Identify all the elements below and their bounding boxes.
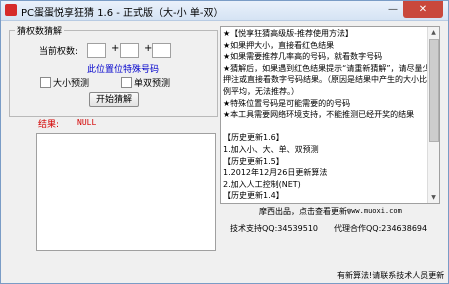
app-window: PC蛋蛋悦享狂猜 1.6 - 正式版（大-小 单-双） — ✕ 猜权数猜解 当前…: [0, 0, 449, 284]
scroll-up-icon[interactable]: ▲: [428, 27, 439, 38]
app-icon: [5, 4, 17, 16]
scroll-down-icon[interactable]: ▼: [428, 192, 439, 203]
title-bar[interactable]: PC蛋蛋悦享狂猜 1.6 - 正式版（大-小 单-双） — ✕: [1, 1, 448, 21]
odd-even-checkbox[interactable]: [121, 77, 132, 88]
group-title: 猜权数猜解: [15, 24, 65, 37]
info-textbox[interactable]: ★【悦享狂猜高级版-推荐使用方法】 ★如果押大小，直接看红色结果 ★如果需要推荐…: [220, 26, 440, 204]
site-link[interactable]: www.muoxi.com: [347, 207, 402, 215]
big-small-label[interactable]: 大小预测: [53, 76, 89, 89]
footer-note: 有新算法!请联系技术人员更新: [337, 271, 445, 280]
weight-input-2[interactable]: [120, 43, 139, 58]
weight-label: 当前权数:: [39, 47, 79, 57]
info-text: ★【悦享狂猜高级版-推荐使用方法】 ★如果押大小，直接看红色结果 ★如果需要推荐…: [223, 29, 431, 201]
big-small-checkbox[interactable]: [40, 77, 51, 88]
window-title: PC蛋蛋悦享狂猜 1.6 - 正式版（大-小 单-双）: [21, 8, 224, 19]
agent-qq: 代理合作QQ:234638694: [334, 224, 428, 233]
weight-input-1[interactable]: [87, 43, 106, 58]
odd-even-label[interactable]: 单双预测: [134, 76, 170, 89]
special-number-link[interactable]: 此位置位特殊号码: [87, 62, 159, 75]
minimize-button[interactable]: —: [384, 1, 402, 18]
close-button[interactable]: ✕: [403, 1, 443, 18]
start-guess-button[interactable]: 开始猜解: [89, 92, 139, 107]
result-label: 结果:: [38, 120, 60, 130]
info-scrollbar[interactable]: ▲ ▼: [427, 27, 439, 203]
scroll-thumb[interactable]: [429, 39, 439, 142]
weight-input-3[interactable]: [152, 43, 171, 58]
result-output-area[interactable]: [36, 133, 216, 251]
support-qq: 技术支持QQ:34539510: [230, 224, 319, 233]
plus-sign-1: +: [111, 43, 120, 54]
producer-label: 摩西出品，点击查看更新：: [259, 207, 355, 216]
result-value: NULL: [77, 118, 97, 127]
